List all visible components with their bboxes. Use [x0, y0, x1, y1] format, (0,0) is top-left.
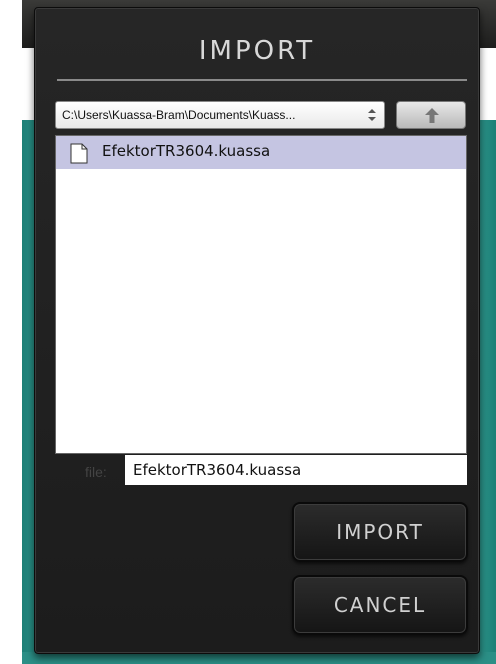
up-arrow-icon [425, 108, 439, 123]
title-divider [57, 79, 467, 81]
file-name: EfektorTR3604.kuassa [102, 142, 271, 160]
parent-folder-button[interactable] [396, 101, 466, 129]
file-label: file: [85, 464, 107, 480]
select-updown-icon [368, 109, 376, 121]
path-select-value: C:\Users\Kuassa-Bram\Documents\Kuass... [62, 108, 296, 122]
cancel-button[interactable]: CANCEL [292, 575, 468, 635]
import-button[interactable]: IMPORT [292, 502, 468, 562]
list-item[interactable]: EfektorTR3604.kuassa [56, 136, 466, 169]
file-list[interactable]: EfektorTR3604.kuassa [55, 135, 467, 454]
path-select[interactable]: C:\Users\Kuassa-Bram\Documents\Kuass... [55, 101, 385, 129]
document-icon [70, 143, 88, 164]
dialog-title: IMPORT [198, 36, 316, 66]
import-dialog: IMPORT C:\Users\Kuassa-Bram\Documents\Ku… [34, 7, 480, 654]
filename-field[interactable]: EfektorTR3604.kuassa [125, 455, 467, 485]
